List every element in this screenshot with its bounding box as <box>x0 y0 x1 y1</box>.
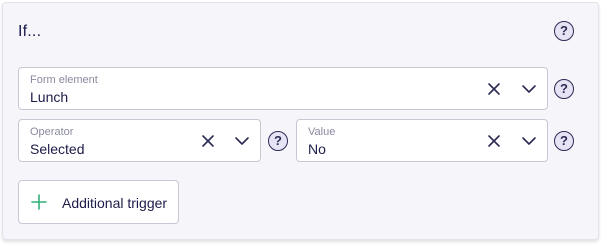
close-icon[interactable] <box>483 78 505 100</box>
operator-value: Selected <box>30 141 85 157</box>
form-element-label: Form element <box>30 74 98 86</box>
value-label: Value <box>308 126 336 138</box>
operator-select[interactable]: Operator Selected <box>18 119 261 162</box>
close-icon[interactable] <box>197 130 219 152</box>
chevron-down-icon[interactable] <box>518 130 540 152</box>
chevron-down-icon[interactable] <box>518 78 540 100</box>
form-element-select[interactable]: Form element Lunch <box>18 67 548 110</box>
help-icon[interactable]: ? <box>554 79 574 99</box>
operator-label: Operator <box>30 126 74 138</box>
condition-panel: If... ? Form element Lunch ? Operator Se… <box>2 2 599 240</box>
value-select[interactable]: Value No <box>296 119 548 162</box>
help-icon[interactable]: ? <box>554 21 574 41</box>
close-icon[interactable] <box>483 130 505 152</box>
additional-trigger-label: Additional trigger <box>62 195 168 211</box>
help-icon[interactable]: ? <box>268 131 288 151</box>
value-value: No <box>308 141 326 157</box>
plus-icon <box>31 194 47 210</box>
condition-title: If... <box>18 23 42 40</box>
help-icon[interactable]: ? <box>554 131 574 151</box>
chevron-down-icon[interactable] <box>231 130 253 152</box>
form-element-value: Lunch <box>30 89 69 105</box>
additional-trigger-button[interactable]: Additional trigger <box>18 180 179 224</box>
